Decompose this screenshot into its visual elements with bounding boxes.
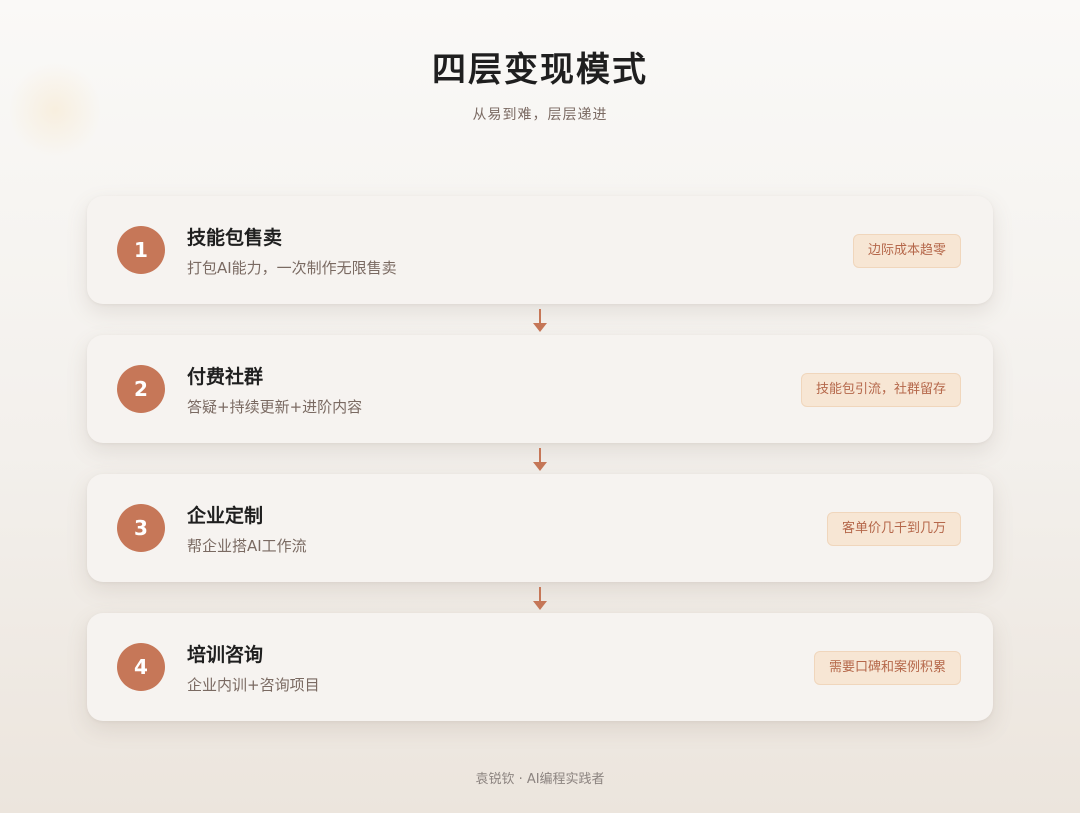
step-tag: 客单价几千到几万 (826, 512, 961, 546)
step-card-3: 3 企业定制 帮企业搭AI工作流 客单价几千到几万 (87, 474, 993, 582)
step-number-badge: 3 (117, 504, 165, 552)
step-title: 培训咨询 (187, 644, 264, 666)
step-text: 付费社群 答疑+持续更新+进阶内容 (187, 365, 362, 417)
step-description: 企业内训+咨询项目 (187, 676, 320, 694)
step-card-4: 4 培训咨询 企业内训+咨询项目 需要口碑和案例积累 (87, 613, 993, 721)
step-tag: 边际成本趋零 (852, 234, 961, 268)
step-number-badge: 2 (117, 365, 165, 413)
step-text: 技能包售卖 打包AI能力，一次制作无限售卖 (187, 226, 397, 278)
step-title: 技能包售卖 (187, 227, 283, 249)
step-tag: 技能包引流，社群留存 (800, 373, 961, 407)
step-description: 帮企业搭AI工作流 (187, 537, 307, 555)
step-title: 付费社群 (187, 366, 264, 388)
step-card-1: 1 技能包售卖 打包AI能力，一次制作无限售卖 边际成本趋零 (87, 196, 993, 304)
page-subtitle: 从易到难，层层递进 (472, 107, 608, 123)
footer-credit: 袁锐钦 · AI编程实践者 (475, 772, 605, 787)
steps-list: 1 技能包售卖 打包AI能力，一次制作无限售卖 边际成本趋零 2 付费社群 答疑… (87, 196, 993, 721)
step-card-2: 2 付费社群 答疑+持续更新+进阶内容 技能包引流，社群留存 (87, 335, 993, 443)
step-description: 答疑+持续更新+进阶内容 (187, 398, 363, 416)
down-arrow-icon (87, 443, 993, 474)
header: 四层变现模式 从易到难，层层递进 (0, 48, 1080, 124)
step-description: 打包AI能力，一次制作无限售卖 (187, 259, 397, 277)
step-number-badge: 4 (117, 643, 165, 691)
down-arrow-icon (87, 304, 993, 335)
step-tag: 需要口碑和案例积累 (813, 651, 961, 685)
step-text: 企业定制 帮企业搭AI工作流 (187, 504, 307, 556)
step-title: 企业定制 (187, 505, 264, 527)
down-arrow-icon (87, 582, 993, 613)
step-number-badge: 1 (117, 226, 165, 274)
step-text: 培训咨询 企业内训+咨询项目 (187, 643, 320, 695)
page-title: 四层变现模式 (432, 50, 648, 90)
